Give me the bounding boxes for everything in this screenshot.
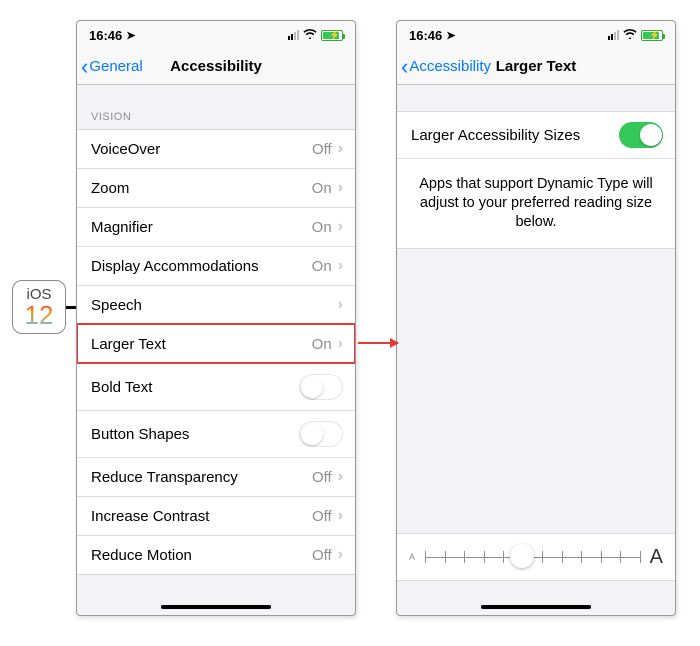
nav-bar: ‹ General Accessibility — [77, 49, 355, 85]
page-title: Larger Text — [496, 58, 577, 75]
description-text: Apps that support Dynamic Type will adju… — [397, 158, 675, 249]
chevron-right-icon: › — [338, 296, 343, 314]
chevron-right-icon: › — [338, 335, 343, 353]
row-voiceover[interactable]: VoiceOver Off › — [77, 129, 355, 168]
chevron-right-icon: › — [338, 218, 343, 236]
row-label: Bold Text — [91, 379, 152, 396]
chevron-right-icon: › — [338, 546, 343, 564]
row-value: On — [312, 219, 332, 236]
status-bar: 16:46 ➤ ⚡ — [77, 21, 355, 49]
slider-knob[interactable] — [510, 544, 534, 568]
row-increase-contrast[interactable]: Increase Contrast Off › — [77, 496, 355, 535]
status-time: 16:46 — [89, 28, 122, 43]
badge-connector — [66, 306, 76, 309]
slider-tick — [464, 551, 465, 563]
row-display-accommodations[interactable]: Display Accommodations On › — [77, 246, 355, 285]
chevron-right-icon: › — [338, 140, 343, 158]
chevron-right-icon: › — [338, 468, 343, 486]
slider-tick — [542, 551, 543, 563]
chevron-right-icon: › — [338, 257, 343, 275]
battery-icon: ⚡ — [641, 30, 663, 41]
slider-tick — [445, 551, 446, 563]
wifi-icon — [623, 28, 637, 42]
row-label: Button Shapes — [91, 426, 189, 443]
back-button[interactable]: ‹ Accessibility — [397, 56, 491, 78]
row-bold-text[interactable]: Bold Text — [77, 363, 355, 410]
status-time: 16:46 — [409, 28, 442, 43]
wifi-icon — [303, 28, 317, 42]
row-value: On — [312, 258, 332, 275]
section-header-vision: VISION — [77, 85, 355, 129]
row-label: VoiceOver — [91, 141, 160, 158]
row-label: Larger Accessibility Sizes — [411, 127, 580, 144]
location-icon: ➤ — [126, 29, 135, 42]
row-label: Display Accommodations — [91, 258, 259, 275]
back-button[interactable]: ‹ General — [77, 56, 143, 78]
chevron-right-icon: › — [338, 179, 343, 197]
row-value: Off — [312, 508, 332, 525]
row-larger-text[interactable]: Larger Text On › — [77, 324, 355, 363]
row-larger-accessibility-sizes[interactable]: Larger Accessibility Sizes — [397, 111, 675, 158]
toggle-larger-sizes[interactable] — [619, 122, 663, 148]
toggle[interactable] — [299, 374, 343, 400]
slider-tick — [484, 551, 485, 563]
row-value: Off — [312, 141, 332, 158]
nav-bar: ‹ Accessibility Larger Text — [397, 49, 675, 85]
chevron-right-icon: › — [338, 507, 343, 525]
chevron-left-icon: ‹ — [401, 56, 408, 78]
home-indicator[interactable] — [161, 605, 271, 609]
slider-min-icon: A — [409, 552, 415, 562]
slider-tick — [581, 551, 582, 563]
annotation-arrow — [358, 342, 398, 344]
slider-tick — [640, 551, 641, 563]
row-zoom[interactable]: Zoom On › — [77, 168, 355, 207]
back-label: General — [89, 58, 142, 75]
row-label: Speech — [91, 297, 142, 314]
slider-tick — [620, 551, 621, 563]
phone-accessibility: 16:46 ➤ ⚡ ‹ General Accessibility VISION… — [76, 20, 356, 616]
status-bar: 16:46 ➤ ⚡ — [397, 21, 675, 49]
page-title: Accessibility — [170, 58, 262, 75]
slider-tick — [562, 551, 563, 563]
row-value: Off — [312, 469, 332, 486]
row-reduce-motion[interactable]: Reduce Motion Off › — [77, 535, 355, 575]
row-label: Larger Text — [91, 336, 166, 353]
chevron-left-icon: ‹ — [81, 56, 88, 78]
row-label: Zoom — [91, 180, 129, 197]
phone-larger-text: 16:46 ➤ ⚡ ‹ Accessibility Larger Text La… — [396, 20, 676, 616]
ios12-badge: iOS 12 — [12, 280, 66, 334]
slider-max-icon: A — [650, 546, 663, 569]
row-magnifier[interactable]: Magnifier On › — [77, 207, 355, 246]
slider-tick — [503, 551, 504, 563]
slider-track[interactable] — [425, 547, 640, 567]
row-speech[interactable]: Speech › — [77, 285, 355, 324]
row-label: Magnifier — [91, 219, 153, 236]
cellular-icon — [288, 30, 299, 40]
cellular-icon — [608, 30, 619, 40]
back-label: Accessibility — [409, 58, 491, 75]
row-value: Off — [312, 547, 332, 564]
toggle[interactable] — [299, 421, 343, 447]
slider-tick — [425, 551, 426, 563]
row-value: On — [312, 180, 332, 197]
row-label: Reduce Motion — [91, 547, 192, 564]
battery-icon: ⚡ — [321, 30, 343, 41]
row-reduce-transparency[interactable]: Reduce Transparency Off › — [77, 457, 355, 496]
row-value: On — [312, 336, 332, 353]
text-size-slider[interactable]: A A — [397, 533, 675, 581]
badge-line2: 12 — [25, 302, 54, 328]
row-label: Increase Contrast — [91, 508, 209, 525]
slider-tick — [601, 551, 602, 563]
home-indicator[interactable] — [481, 605, 591, 609]
row-label: Reduce Transparency — [91, 469, 238, 486]
row-button-shapes[interactable]: Button Shapes — [77, 410, 355, 457]
location-icon: ➤ — [446, 29, 455, 42]
